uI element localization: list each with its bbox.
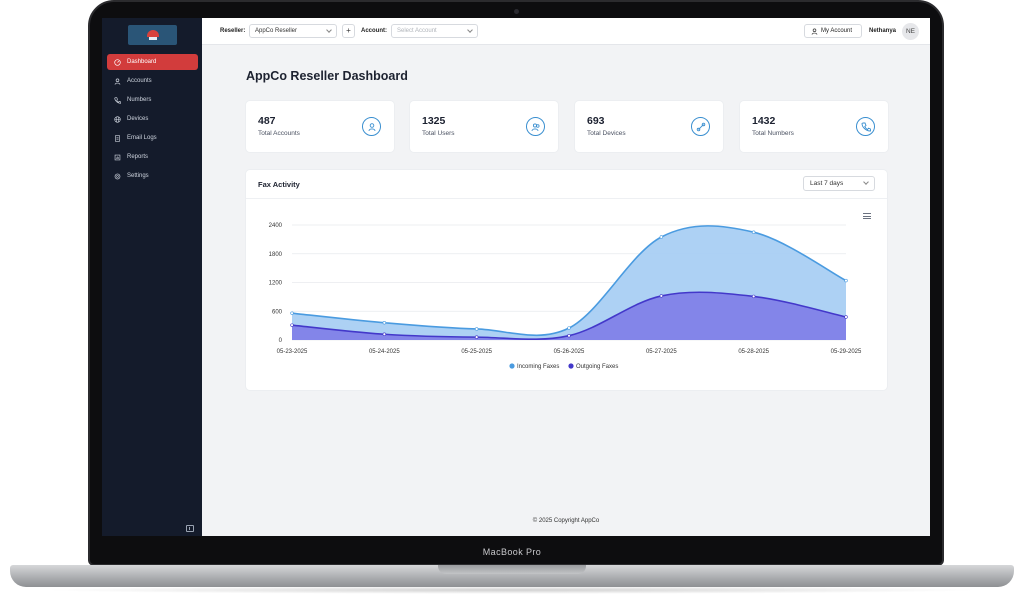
y-tick-label: 2400 — [269, 223, 283, 229]
base-shadow — [40, 586, 984, 594]
sidebar-item-label: Settings — [127, 173, 149, 179]
account-label: Account: — [361, 28, 387, 34]
x-tick-label: 05-24-2025 — [369, 349, 400, 355]
fax-activity-card: Fax Activity Last 7 days 0 600 1200 1800 240… — [246, 170, 887, 390]
fax-activity-chart: 0 600 1200 1800 2400 05-23-2025 05-24-2025 05-2… — [269, 223, 862, 370]
stat-card-total-numbers: 1432 Total Numbers — [740, 101, 888, 152]
data-point[interactable] — [751, 294, 756, 299]
user-icon — [114, 77, 121, 85]
stat-card-total-devices: 693 Total Devices — [575, 101, 723, 152]
sidebar-item-reports[interactable]: Reports — [107, 149, 198, 165]
chevron-down-icon — [326, 27, 332, 33]
stat-card-total-accounts: 487 Total Accounts — [246, 101, 394, 152]
top-bar: Reseller: AppCo Reseller + Account: Sele… — [202, 18, 930, 45]
legend-label[interactable]: Outgoing Faxes — [576, 364, 618, 370]
stat-value: 1325 — [422, 115, 446, 127]
data-point[interactable] — [474, 335, 479, 339]
phone-icon — [856, 117, 875, 136]
footer-copyright: © 2025 Copyright AppCo — [532, 518, 600, 524]
stat-label: Total Accounts — [258, 130, 300, 137]
sidebar-item-devices[interactable]: Devices — [107, 111, 198, 127]
sidebar-item-label: Email Logs — [127, 135, 157, 141]
add-reseller-button[interactable]: + — [342, 24, 355, 38]
sidebar-item-label: Accounts — [127, 78, 152, 84]
data-point[interactable] — [474, 327, 479, 331]
user-circle-icon — [362, 117, 381, 136]
sidebar-item-settings[interactable]: Settings — [107, 168, 198, 184]
sidebar-item-dashboard[interactable]: Dashboard — [107, 54, 198, 70]
sidebar-nav: Dashboard Accounts Numbers Devices Email Log… — [107, 54, 198, 187]
laptop-notch — [438, 565, 586, 574]
sidebar-item-accounts[interactable]: Accounts — [107, 73, 198, 89]
stat-label: Total Devices — [587, 130, 626, 137]
stat-value: 693 — [587, 115, 605, 127]
avatar[interactable]: NE — [902, 23, 919, 40]
account-placeholder: Select Account — [397, 28, 437, 34]
stat-label: Total Numbers — [752, 130, 794, 137]
y-tick-label: 600 — [272, 309, 283, 315]
globe-icon — [114, 115, 121, 123]
y-tick-label: 1200 — [269, 281, 283, 287]
y-tick-label: 0 — [279, 338, 283, 344]
legend-label[interactable]: Incoming Faxes — [517, 364, 559, 370]
sidebar-item-label: Reports — [127, 154, 149, 160]
sidebar-item-numbers[interactable]: Numbers — [107, 92, 198, 108]
sidebar-collapse-icon[interactable] — [186, 525, 194, 532]
report-icon — [114, 154, 121, 161]
sidebar-item-label: Devices — [127, 116, 149, 122]
logo-mark-icon — [146, 30, 159, 40]
data-point[interactable] — [751, 230, 756, 234]
sidebar-item-label: Numbers — [127, 97, 152, 103]
sidebar-item-email-logs[interactable]: Email Logs — [107, 130, 198, 146]
data-point[interactable] — [382, 321, 387, 325]
reseller-select[interactable]: AppCo Reseller — [249, 24, 337, 38]
chart-menu-icon[interactable] — [863, 213, 871, 219]
stat-value: 1432 — [752, 115, 776, 127]
data-point[interactable] — [567, 333, 571, 338]
app-screen: Dashboard Accounts Numbers Devices Email Log… — [102, 18, 930, 536]
stat-value: 487 — [258, 115, 276, 127]
stat-label: Total Users — [422, 130, 455, 137]
x-tick-label: 05-25-2025 — [461, 349, 492, 355]
my-account-label: My Account — [821, 28, 853, 34]
legend-marker[interactable] — [568, 363, 574, 369]
data-point[interactable] — [290, 323, 294, 327]
y-tick-label: 1800 — [269, 252, 283, 258]
reseller-label: Reseller: — [220, 28, 246, 34]
user-icon — [811, 28, 818, 35]
x-tick-label: 05-29-2025 — [831, 349, 862, 355]
account-select[interactable]: Select Account — [391, 24, 478, 38]
x-tick-label: 05-28-2025 — [738, 349, 769, 355]
data-point[interactable] — [844, 315, 848, 319]
phone-icon — [114, 96, 121, 104]
reseller-value: AppCo Reseller — [255, 28, 298, 34]
app-logo[interactable] — [128, 25, 177, 45]
data-point[interactable] — [659, 294, 664, 298]
data-point[interactable] — [844, 278, 848, 283]
data-point[interactable] — [567, 326, 571, 330]
page-title: AppCo Reseller Dashboard — [246, 69, 408, 83]
x-tick-label: 05-27-2025 — [646, 349, 677, 355]
device-label: MacBook Pro — [482, 547, 542, 557]
stat-card-total-users: 1325 Total Users — [410, 101, 558, 152]
my-account-button[interactable]: My Account — [804, 24, 862, 38]
user-name: Nethanya — [869, 28, 897, 34]
chevron-down-icon — [467, 27, 473, 33]
gear-icon — [114, 173, 121, 180]
dashboard-icon — [114, 58, 121, 66]
sidebar: Dashboard Accounts Numbers Devices Email Log… — [102, 18, 202, 536]
data-point[interactable] — [382, 332, 387, 336]
x-tick-label: 05-23-2025 — [277, 349, 308, 355]
data-point[interactable] — [290, 311, 294, 315]
device-link-icon — [691, 117, 710, 136]
x-tick-label: 05-26-2025 — [554, 349, 585, 355]
document-icon — [114, 134, 121, 142]
camera-dot — [514, 9, 519, 14]
legend-marker[interactable] — [509, 363, 515, 369]
users-icon — [526, 117, 545, 136]
sidebar-item-label: Dashboard — [127, 59, 157, 65]
data-point[interactable] — [659, 235, 664, 239]
